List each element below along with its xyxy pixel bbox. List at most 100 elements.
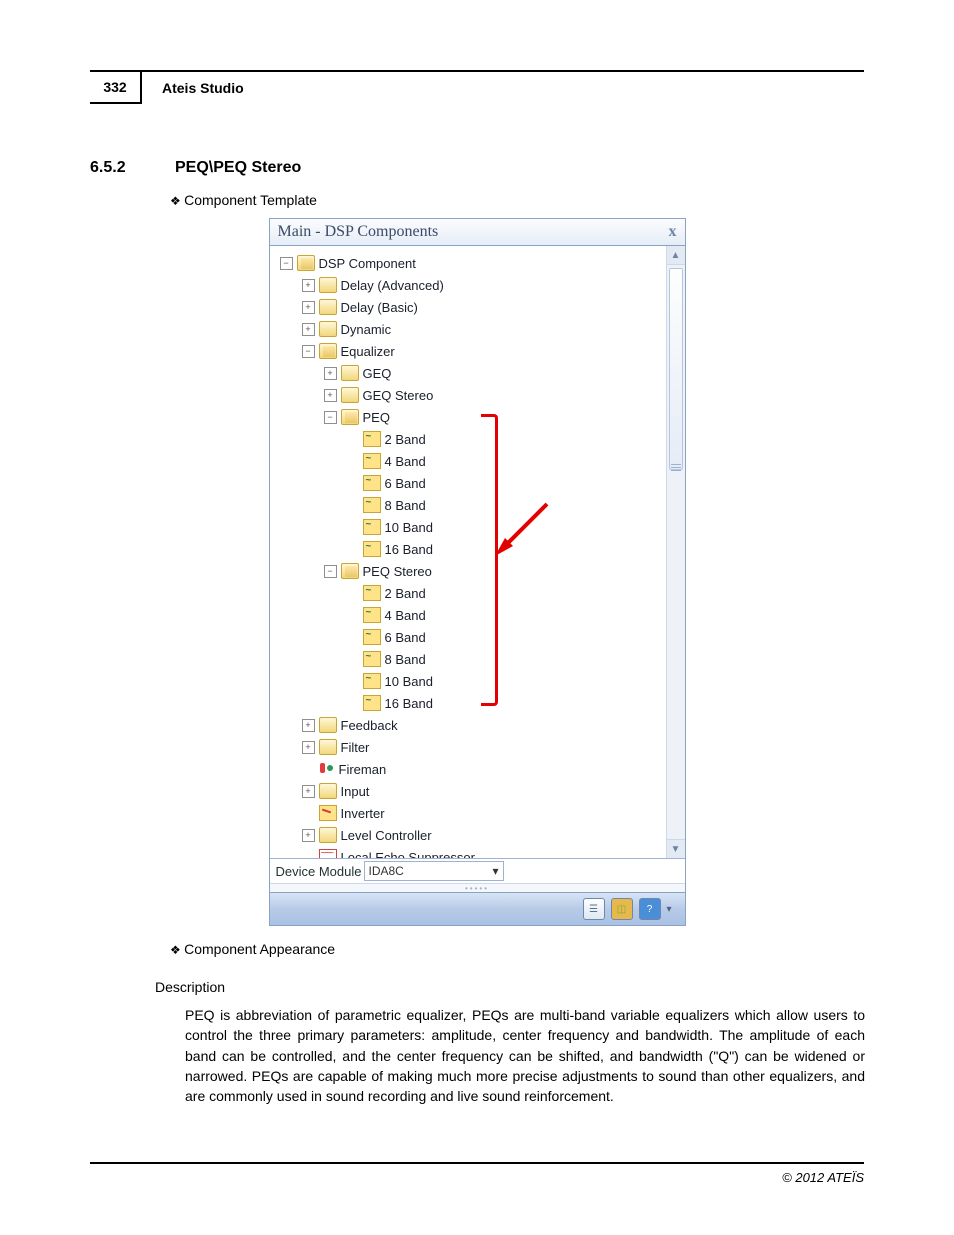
tree-node-equalizer[interactable]: − Equalizer: [276, 340, 685, 362]
scroll-thumb[interactable]: [669, 268, 683, 470]
page: 332 Ateis Studio 6.5.2 PEQ\PEQ Stereo Co…: [0, 0, 954, 1235]
device-module-select[interactable]: IDA8C ▾: [364, 861, 504, 881]
scroll-grip-icon: [671, 464, 681, 472]
tree-label: 2 Band: [385, 432, 426, 447]
dsp-components-window: Main - DSP Components x ▲ ▼ − DSP Compone…: [269, 218, 686, 926]
list-icon: ☰: [589, 904, 598, 915]
tree-label: Dynamic: [341, 322, 392, 337]
tree-label: 10 Band: [385, 520, 433, 535]
tree-label: 4 Band: [385, 608, 426, 623]
toolbar-dropdown-icon[interactable]: ▾: [667, 904, 677, 915]
tree-label: Equalizer: [341, 344, 395, 359]
toolbar-list-button[interactable]: ☰: [583, 898, 605, 920]
expand-icon[interactable]: +: [324, 389, 337, 402]
tree-node-delay-basic[interactable]: + Delay (Basic): [276, 296, 685, 318]
tree-node-filter[interactable]: + Filter: [276, 736, 685, 758]
highlight-bracket: [481, 414, 498, 706]
bullet-component-template: Component Template: [170, 192, 864, 208]
close-icon[interactable]: x: [669, 223, 677, 241]
tree-node-inverter[interactable]: Inverter: [276, 802, 685, 824]
scroll-down-icon[interactable]: ▼: [667, 839, 685, 858]
component-icon: [363, 607, 381, 623]
folder-icon: [319, 299, 337, 315]
expand-icon[interactable]: +: [302, 741, 315, 754]
page-footer: © 2012 ATEÏS: [90, 1162, 864, 1185]
tree-label: Local Echo Suppressor: [341, 850, 475, 859]
description-body: PEQ is abbreviation of parametric equali…: [185, 1005, 865, 1106]
folder-icon: [319, 717, 337, 733]
toolbar-scheme-button[interactable]: ◫: [611, 898, 633, 920]
expand-icon[interactable]: +: [302, 785, 315, 798]
tree-node-level-controller[interactable]: + Level Controller: [276, 824, 685, 846]
device-module-value: IDA8C: [369, 864, 404, 878]
tree-label: 6 Band: [385, 630, 426, 645]
component-icon: [363, 629, 381, 645]
device-module-row: Device Module IDA8C ▾: [270, 858, 685, 883]
page-number: 332: [90, 72, 142, 104]
scroll-up-icon[interactable]: ▲: [667, 246, 685, 265]
tree-label: Level Controller: [341, 828, 432, 843]
tree-label: Delay (Advanced): [341, 278, 444, 293]
tree-label: 16 Band: [385, 542, 433, 557]
section-heading: 6.5.2 PEQ\PEQ Stereo: [90, 159, 864, 177]
expand-icon[interactable]: +: [302, 301, 315, 314]
echo-icon: [319, 849, 337, 858]
tree-view[interactable]: ▲ ▼ − DSP Component + Delay (Advanced) + De…: [270, 246, 685, 858]
folder-icon: [319, 827, 337, 843]
expand-icon[interactable]: +: [302, 719, 315, 732]
collapse-icon[interactable]: −: [324, 411, 337, 424]
tree-label: Filter: [341, 740, 370, 755]
tree-node-input[interactable]: + Input: [276, 780, 685, 802]
tree-node-fireman[interactable]: Fireman: [276, 758, 685, 780]
toolbar-help-button[interactable]: ?: [639, 898, 661, 920]
tree-label: 4 Band: [385, 454, 426, 469]
folder-open-icon: [319, 343, 337, 359]
tree-label: 16 Band: [385, 696, 433, 711]
folder-open-icon: [341, 563, 359, 579]
page-header-title: Ateis Studio: [142, 72, 864, 104]
expand-icon[interactable]: +: [324, 367, 337, 380]
tree-label: DSP Component: [319, 256, 416, 271]
resize-grip-icon[interactable]: •••••: [270, 883, 685, 892]
tree-node-delay-advanced[interactable]: + Delay (Advanced): [276, 274, 685, 296]
folder-open-icon: [341, 409, 359, 425]
expand-icon[interactable]: +: [302, 829, 315, 842]
component-icon: [363, 673, 381, 689]
tree-label: Inverter: [341, 806, 385, 821]
tree-label: GEQ: [363, 366, 392, 381]
copyright-text: © 2012 ATEÏS: [90, 1170, 864, 1185]
folder-open-icon: [297, 255, 315, 271]
page-header: 332 Ateis Studio: [90, 70, 864, 104]
section-title: PEQ\PEQ Stereo: [175, 159, 301, 177]
folder-icon: [319, 783, 337, 799]
tree-node-root[interactable]: − DSP Component: [276, 252, 685, 274]
scrollbar[interactable]: ▲ ▼: [666, 246, 685, 858]
folder-icon: [319, 277, 337, 293]
collapse-icon[interactable]: −: [324, 565, 337, 578]
tree-node-geq[interactable]: + GEQ: [276, 362, 685, 384]
help-icon: ?: [647, 904, 653, 915]
folder-icon: [319, 321, 337, 337]
collapse-icon[interactable]: −: [280, 257, 293, 270]
tree-label: GEQ Stereo: [363, 388, 434, 403]
window-title-text: Main - DSP Components: [278, 223, 439, 241]
component-icon: [363, 585, 381, 601]
window-titlebar: Main - DSP Components x: [270, 219, 685, 246]
tree-node-geq-stereo[interactable]: + GEQ Stereo: [276, 384, 685, 406]
collapse-icon[interactable]: −: [302, 345, 315, 358]
tree-node-echo-suppressor[interactable]: Local Echo Suppressor: [276, 846, 685, 858]
tree-label: 6 Band: [385, 476, 426, 491]
chevron-down-icon: ▾: [492, 864, 498, 878]
tree-node-feedback[interactable]: +Feedback: [276, 714, 685, 736]
expand-icon[interactable]: +: [302, 323, 315, 336]
component-icon: [363, 475, 381, 491]
tree-node-dynamic[interactable]: + Dynamic: [276, 318, 685, 340]
bullet-component-appearance: Component Appearance: [170, 941, 864, 957]
expand-icon[interactable]: +: [302, 279, 315, 292]
tree-label: Input: [341, 784, 370, 799]
tree-label: Delay (Basic): [341, 300, 418, 315]
scheme-icon: ◫: [617, 904, 626, 915]
tree-label: PEQ: [363, 410, 390, 425]
footer-rule: [90, 1162, 864, 1164]
tree-label: Fireman: [339, 762, 387, 777]
